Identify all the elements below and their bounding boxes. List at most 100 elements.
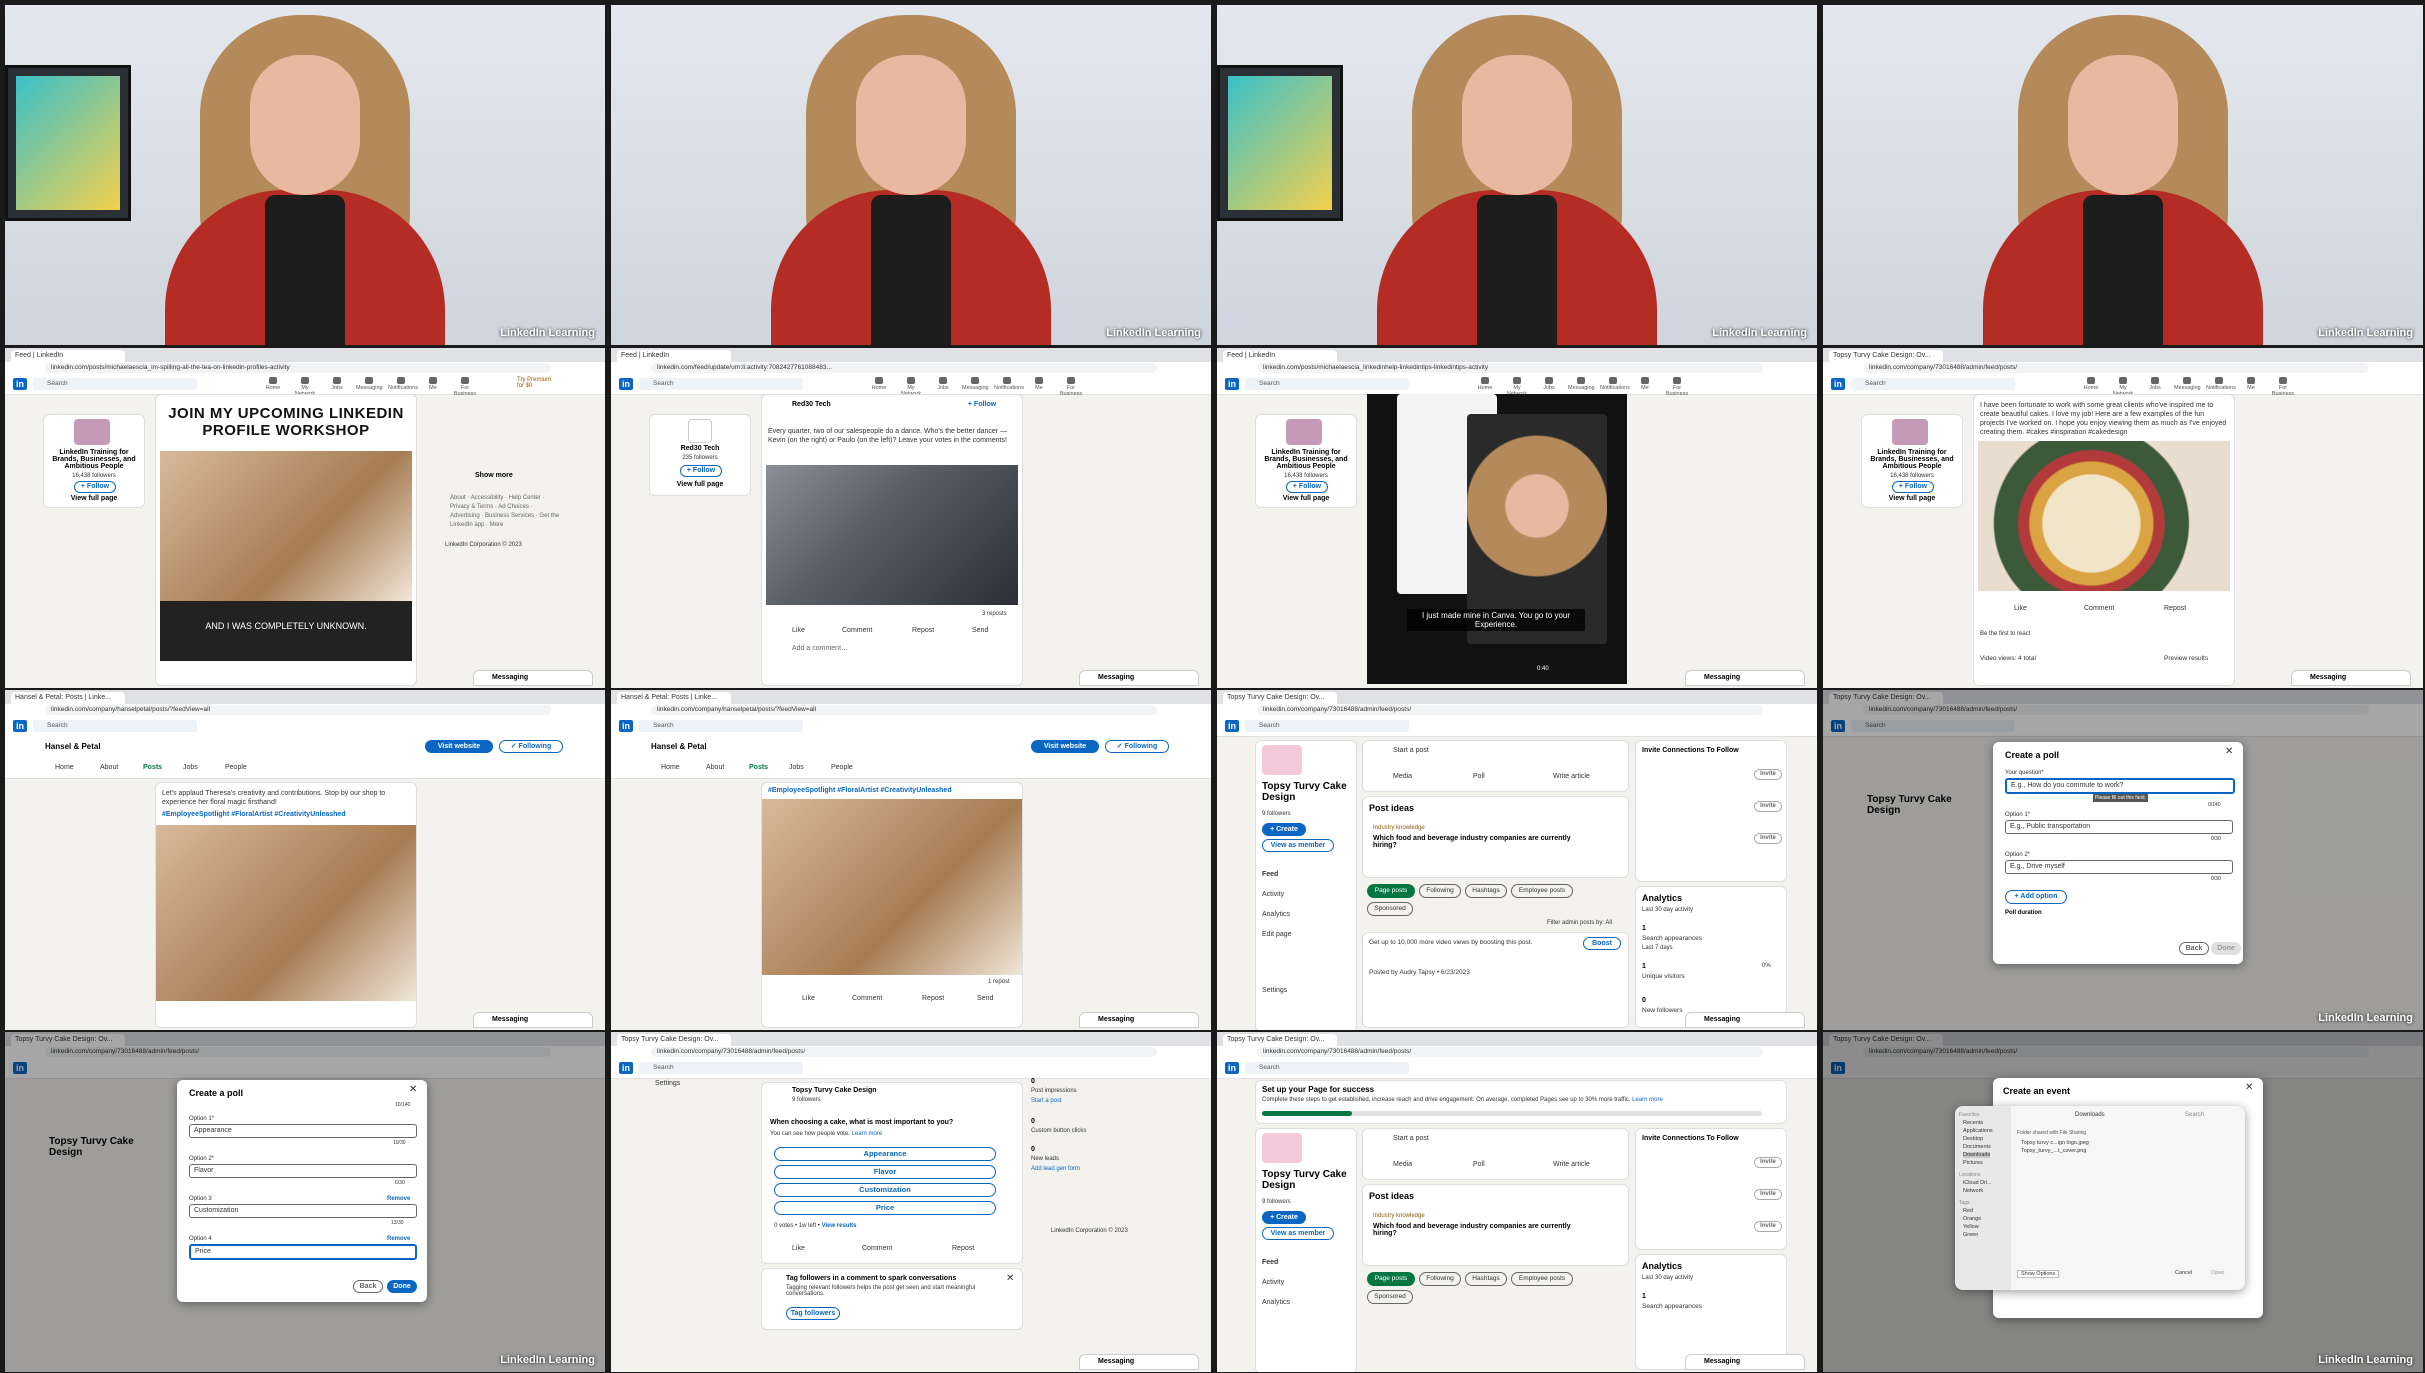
poll-button[interactable]: Poll	[1473, 1161, 1485, 1168]
filter-following[interactable]: Following	[1419, 1272, 1461, 1286]
tab-home[interactable]: Home	[661, 764, 680, 771]
search-input[interactable]: Search	[1245, 720, 1409, 732]
write-article-button[interactable]: Write article	[1553, 773, 1590, 780]
linkedin-logo-icon[interactable]: in	[1225, 378, 1239, 390]
menu-analytics[interactable]: Analytics	[1262, 1299, 1290, 1306]
idea-question[interactable]: Which food and beverage industry compani…	[1373, 835, 1573, 849]
start-post-input[interactable]: Start a post	[1393, 747, 1429, 754]
filter-hashtags[interactable]: Hashtags	[1465, 884, 1507, 898]
visit-website-button[interactable]: Visit website	[425, 740, 493, 753]
browser-tab[interactable]: Feed | LinkedIn	[1223, 350, 1337, 362]
sidebar-item[interactable]: Recents	[1963, 1120, 1983, 1126]
filter-page-posts[interactable]: Page posts	[1367, 1272, 1415, 1286]
repost-button[interactable]: Repost	[912, 627, 934, 634]
tab-about[interactable]: About	[706, 764, 724, 771]
follow-button[interactable]: + Follow	[1892, 481, 1934, 493]
search-input[interactable]: Search	[639, 1062, 803, 1074]
boost-button[interactable]: Boost	[1583, 937, 1621, 950]
menu-analytics[interactable]: Analytics	[1262, 911, 1290, 918]
linkedin-logo-icon[interactable]: in	[619, 720, 633, 732]
cancel-button[interactable]: Cancel	[2175, 1270, 2192, 1276]
follow-button[interactable]: + Follow	[680, 465, 722, 477]
company-name[interactable]: LinkedIn Training for Brands, Businesses…	[1866, 449, 1958, 470]
analytics-title[interactable]: Analytics	[1642, 1261, 1682, 1271]
send-button[interactable]: Send	[972, 627, 988, 634]
linkedin-logo-icon[interactable]: in	[1225, 720, 1239, 732]
open-button[interactable]: Open	[2211, 1270, 2224, 1276]
sidebar-item[interactable]: Applications	[1963, 1128, 1993, 1134]
following-button[interactable]: ✓ Following	[499, 740, 563, 753]
done-button[interactable]: Done	[387, 1280, 417, 1293]
messaging-bar[interactable]: Messaging	[2291, 670, 2411, 686]
url-text[interactable]: linkedin.com/company/73016488/admin/feed…	[651, 1047, 1157, 1057]
comment-input[interactable]: Add a comment…	[792, 645, 848, 652]
browser-tab[interactable]: Feed | LinkedIn	[617, 350, 731, 362]
menu-feed[interactable]: Feed	[1262, 1259, 1278, 1266]
comment-button[interactable]: Comment	[2084, 605, 2114, 612]
filter-employee-posts[interactable]: Employee posts	[1511, 1272, 1573, 1286]
post-video[interactable]	[766, 465, 1018, 605]
linkedin-logo-icon[interactable]: in	[1831, 378, 1845, 390]
poll-button[interactable]: Poll	[1473, 773, 1485, 780]
close-icon[interactable]: ✕	[1006, 1273, 1014, 1284]
show-options-button[interactable]: Show Options	[2017, 1270, 2060, 1278]
file-search[interactable]: Search	[2185, 1112, 2204, 1118]
view-as-member-button[interactable]: View as member	[1262, 1227, 1334, 1240]
linkedin-logo-icon[interactable]: in	[619, 378, 633, 390]
search-input[interactable]: Search	[639, 720, 803, 732]
filter-hashtags[interactable]: Hashtags	[1465, 1272, 1507, 1286]
company-name[interactable]: Topsy Turvy Cake Design	[1262, 1169, 1352, 1191]
url-text[interactable]: linkedin.com/company/73016488/admin/feed…	[1863, 363, 2369, 373]
poll-option[interactable]: Price	[774, 1201, 996, 1215]
search-input[interactable]: Search	[33, 378, 197, 390]
comment-button[interactable]: Comment	[842, 627, 872, 634]
menu-activity[interactable]: Activity	[1262, 891, 1284, 898]
close-icon[interactable]: ✕	[409, 1084, 417, 1095]
company-name[interactable]: LinkedIn Training for Brands, Businesses…	[1260, 449, 1352, 470]
view-as-member-button[interactable]: View as member	[1262, 839, 1334, 852]
send-button[interactable]: Send	[977, 995, 993, 1002]
menu-feed[interactable]: Feed	[1262, 871, 1278, 878]
following-button[interactable]: ✓ Following	[1105, 740, 1169, 753]
browser-tab[interactable]: Hansel & Petal: Posts | Linke...	[11, 692, 125, 704]
menu-settings[interactable]: Settings	[1262, 987, 1287, 994]
like-button[interactable]: Like	[792, 627, 805, 634]
url-text[interactable]: linkedin.com/posts/michaelaescia_linkedi…	[1257, 363, 1763, 373]
file-item[interactable]: Topsy_turvy_...t_cover.png	[2021, 1148, 2086, 1154]
option1-input[interactable]: Appearance	[189, 1124, 417, 1138]
tab-jobs[interactable]: Jobs	[183, 764, 198, 771]
messaging-bar[interactable]: Messaging	[1079, 1012, 1199, 1028]
tag-red[interactable]: Red	[1963, 1208, 1973, 1214]
sidebar-item[interactable]: Network	[1963, 1188, 1983, 1194]
sidebar-item[interactable]: iCloud Dri...	[1963, 1180, 1992, 1186]
tab-home[interactable]: Home	[55, 764, 74, 771]
search-input[interactable]: Search	[1245, 1062, 1409, 1074]
tab-about[interactable]: About	[100, 764, 118, 771]
close-icon[interactable]: ✕	[2245, 1082, 2253, 1093]
comment-button[interactable]: Comment	[862, 1245, 892, 1252]
filter-page-posts[interactable]: Page posts	[1367, 884, 1415, 898]
remove-option3[interactable]: Remove	[387, 1196, 410, 1202]
filter-sponsored[interactable]: Sponsored	[1367, 1290, 1413, 1304]
url-text[interactable]: linkedin.com/feed/update/urn:li:activity…	[651, 363, 1157, 373]
post-image[interactable]	[762, 799, 1022, 975]
menu-activity[interactable]: Activity	[1262, 1279, 1284, 1286]
messaging-bar[interactable]: Messaging	[1079, 1354, 1199, 1370]
filter-following[interactable]: Following	[1419, 884, 1461, 898]
tag-yellow[interactable]: Yellow	[1963, 1224, 1979, 1230]
messaging-bar[interactable]: Messaging	[1685, 1354, 1805, 1370]
view-page-link[interactable]: View full page	[1260, 495, 1352, 502]
menu-edit-page[interactable]: Edit page	[1262, 931, 1292, 938]
sidebar-item[interactable]: Documents	[1963, 1144, 1991, 1150]
sidebar-item[interactable]: Desktop	[1963, 1136, 1983, 1142]
sidebar-item[interactable]: Pictures	[1963, 1160, 1983, 1166]
back-button[interactable]: Back	[2179, 942, 2209, 955]
option4-input[interactable]: Price	[189, 1244, 417, 1260]
invite-button[interactable]: Invite	[1754, 833, 1782, 844]
invite-button[interactable]: Invite	[1754, 801, 1782, 812]
linkedin-logo-icon[interactable]: in	[1225, 1062, 1239, 1074]
view-page-link[interactable]: View full page	[48, 495, 140, 502]
analytics-title[interactable]: Analytics	[1642, 893, 1682, 903]
tag-followers-button[interactable]: Tag followers	[786, 1307, 840, 1320]
follow-button[interactable]: + Follow	[74, 481, 116, 493]
